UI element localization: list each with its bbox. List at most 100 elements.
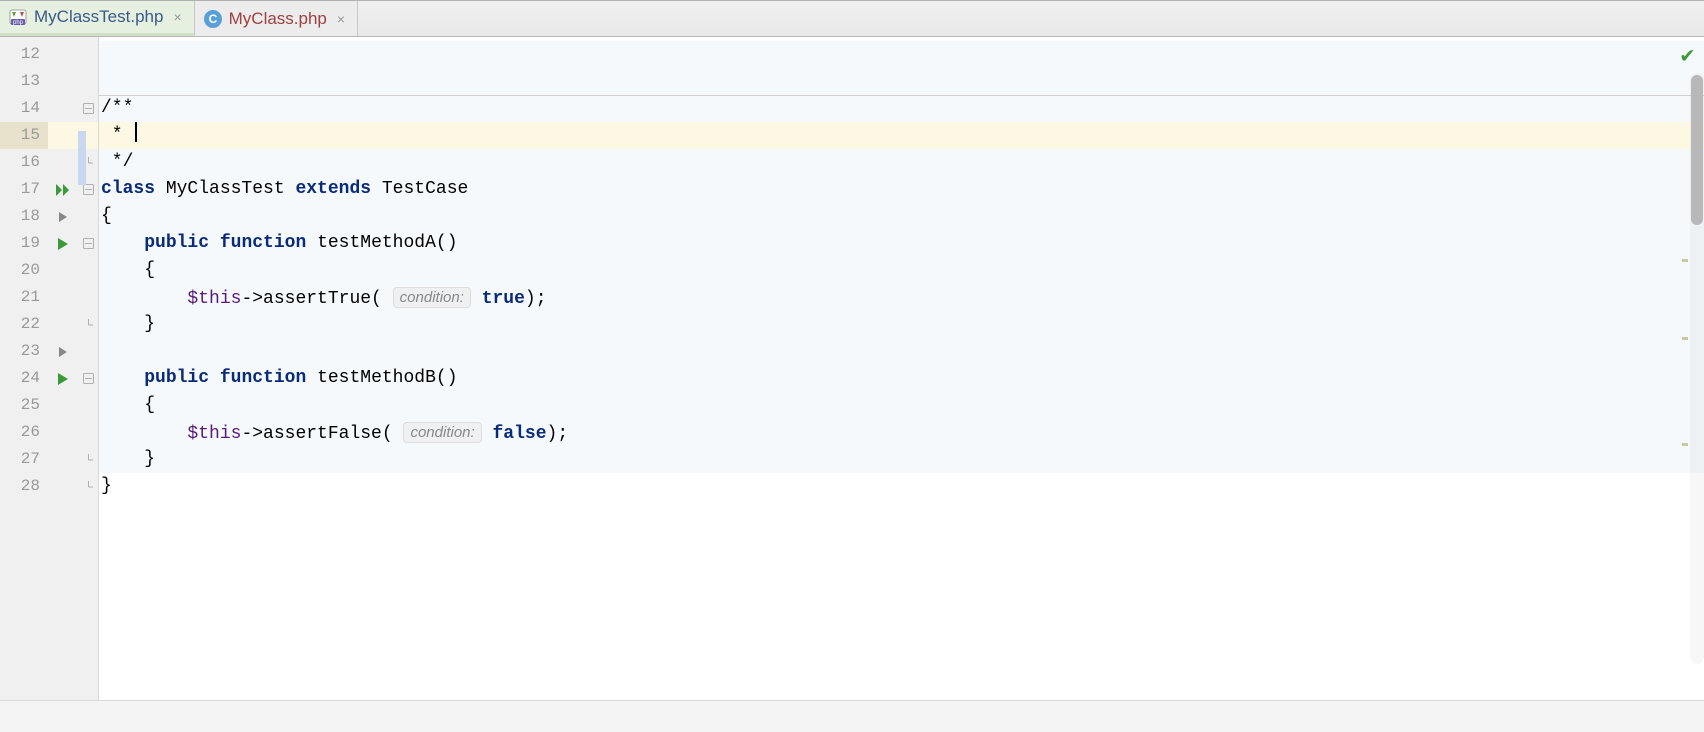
line-number[interactable]: 25	[0, 392, 48, 419]
code-line-current[interactable]: *	[99, 122, 1704, 149]
variable: $this	[187, 424, 241, 444]
line-number[interactable]: 15	[0, 122, 48, 149]
run-icon[interactable]	[48, 230, 78, 257]
code-line[interactable]	[99, 68, 1704, 95]
marker	[48, 473, 78, 500]
line-number[interactable]: 23	[0, 338, 48, 365]
code-area[interactable]: /** * */ class MyClassTest extends TestC…	[99, 37, 1704, 700]
marker	[48, 41, 78, 68]
svg-text:C: C	[208, 12, 217, 26]
separator-line	[99, 95, 1704, 96]
call: ->assertFalse(	[241, 424, 403, 444]
marker	[48, 257, 78, 284]
line-number[interactable]: 22	[0, 311, 48, 338]
code-line[interactable]: {	[99, 203, 1704, 230]
editor: 12 13 14 15 16 17 18 19 20 21 22 23 24 2…	[0, 37, 1704, 700]
line-number[interactable]: 26	[0, 419, 48, 446]
fold-end-icon[interactable]	[78, 473, 98, 500]
marker	[48, 392, 78, 419]
line-number[interactable]: 12	[0, 41, 48, 68]
fold	[78, 68, 98, 95]
stripe-mark[interactable]	[1682, 259, 1688, 262]
line-number[interactable]: 16	[0, 149, 48, 176]
variable: $this	[187, 289, 241, 309]
line-number[interactable]: 18	[0, 203, 48, 230]
space	[209, 368, 220, 388]
line-number[interactable]: 17	[0, 176, 48, 203]
fold-end-icon[interactable]	[78, 311, 98, 338]
code-line[interactable]: $this->assertTrue( condition: true);	[99, 284, 1704, 311]
code-line[interactable]: public function testMethodA()	[99, 230, 1704, 257]
line-number[interactable]: 19	[0, 230, 48, 257]
fold-start-icon[interactable]	[78, 230, 98, 257]
indent	[101, 424, 187, 444]
code-line[interactable]: }	[99, 473, 1704, 500]
collapse-icon[interactable]	[48, 338, 78, 365]
gutter: 12 13 14 15 16 17 18 19 20 21 22 23 24 2…	[0, 37, 99, 700]
keyword: function	[220, 233, 306, 253]
code-line[interactable]: public function testMethodB()	[99, 365, 1704, 392]
marker	[48, 122, 78, 149]
run-all-icon[interactable]	[48, 176, 78, 203]
fold	[78, 392, 98, 419]
code-line[interactable]	[99, 338, 1704, 365]
inlay-hint: condition:	[393, 287, 471, 308]
close-icon[interactable]: ×	[335, 11, 347, 27]
keyword: public	[144, 233, 209, 253]
method-name: testMethodB()	[306, 368, 457, 388]
code-line[interactable]: }	[99, 446, 1704, 473]
code-line[interactable]: */	[99, 149, 1704, 176]
run-icon[interactable]	[48, 365, 78, 392]
line-number[interactable]: 13	[0, 68, 48, 95]
space	[482, 424, 493, 444]
collapse-icon[interactable]	[48, 203, 78, 230]
tab-myclasstest[interactable]: php MyClassTest.php ×	[0, 1, 195, 36]
space	[471, 289, 482, 309]
marker	[48, 149, 78, 176]
code-line[interactable]: class MyClassTest extends TestCase	[99, 176, 1704, 203]
tab-bar: php MyClassTest.php × C MyClass.php ×	[0, 1, 1704, 37]
fold-start-icon[interactable]	[78, 365, 98, 392]
fold-start-icon[interactable]	[78, 95, 98, 122]
line-number[interactable]: 14	[0, 95, 48, 122]
code-line[interactable]: {	[99, 392, 1704, 419]
space	[209, 233, 220, 253]
tab-label: MyClassTest.php	[34, 7, 163, 27]
fold	[78, 338, 98, 365]
code-line[interactable]: }	[99, 311, 1704, 338]
marker	[48, 419, 78, 446]
line-number[interactable]: 24	[0, 365, 48, 392]
code-line[interactable]	[99, 41, 1704, 68]
code-line[interactable]: $this->assertFalse( condition: false);	[99, 419, 1704, 446]
marker	[48, 68, 78, 95]
comment-text: */	[101, 152, 133, 172]
tab-label: MyClass.php	[229, 9, 327, 29]
inlay-hint: condition:	[403, 422, 481, 443]
method-name: testMethodA()	[306, 233, 457, 253]
stripe-mark[interactable]	[1682, 337, 1688, 340]
keyword: function	[220, 368, 306, 388]
marker	[48, 284, 78, 311]
fold	[78, 203, 98, 230]
line-number[interactable]: 20	[0, 257, 48, 284]
text: );	[525, 289, 547, 309]
fold-end-icon[interactable]	[78, 446, 98, 473]
line-numbers: 12 13 14 15 16 17 18 19 20 21 22 23 24 2…	[0, 37, 48, 700]
status-bar	[0, 700, 1704, 732]
keyword: public	[144, 368, 209, 388]
line-number[interactable]: 21	[0, 284, 48, 311]
stripe-mark[interactable]	[1682, 443, 1688, 446]
keyword: extends	[295, 179, 371, 199]
scrollbar-thumb[interactable]	[1691, 75, 1703, 225]
marker-column	[48, 37, 78, 700]
tab-myclass[interactable]: C MyClass.php ×	[195, 1, 358, 36]
line-number[interactable]: 27	[0, 446, 48, 473]
comment-text: /**	[101, 98, 133, 118]
code-line[interactable]: {	[99, 257, 1704, 284]
breakpoint-strip	[78, 131, 86, 185]
keyword: class	[101, 179, 155, 199]
php-file-icon: php	[8, 7, 28, 27]
code-line[interactable]: /**	[99, 95, 1704, 122]
close-icon[interactable]: ×	[171, 9, 183, 25]
line-number[interactable]: 28	[0, 473, 48, 500]
